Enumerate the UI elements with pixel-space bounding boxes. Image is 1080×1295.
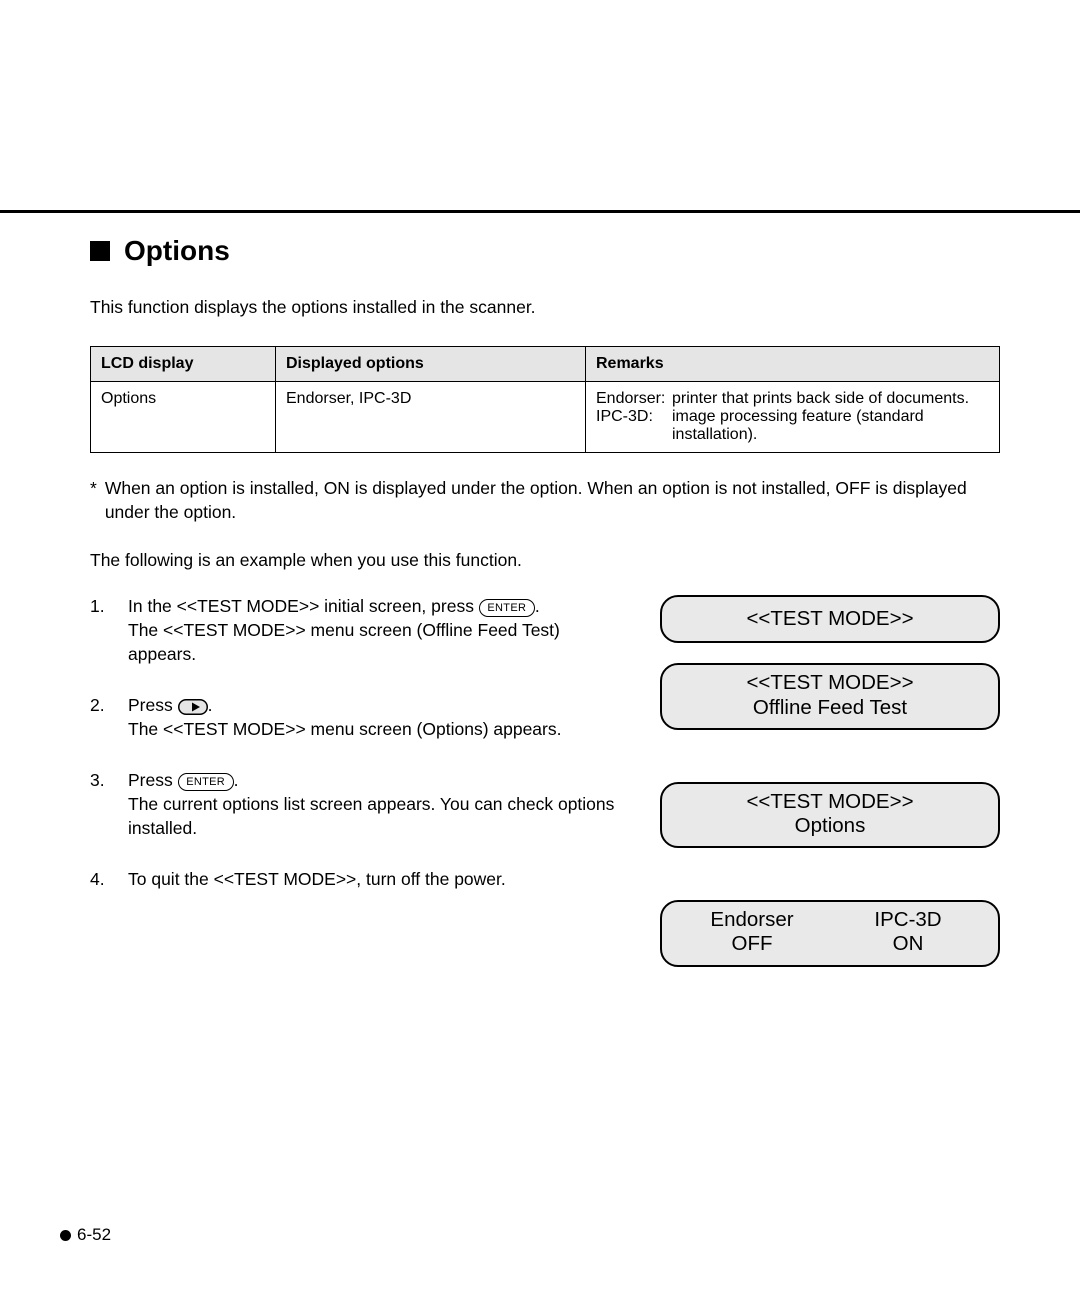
step-3: Press ENTER. The current options list sc… bbox=[90, 769, 630, 840]
page: Options This function displays the optio… bbox=[0, 0, 1080, 1295]
step1-text-a: In the <<TEST MODE>> initial screen, pre… bbox=[128, 596, 479, 616]
right-arrow-key-icon bbox=[178, 699, 208, 715]
enter-key-icon: ENTER bbox=[178, 773, 234, 791]
footnote: * When an option is installed, ON is dis… bbox=[90, 477, 1000, 524]
footnote-text: When an option is installed, ON is displ… bbox=[105, 477, 1000, 524]
lcd-panel-1: <<TEST MODE>> bbox=[660, 595, 1000, 643]
square-bullet-icon bbox=[90, 241, 110, 261]
step2-text-a: Press bbox=[128, 695, 178, 715]
example-columns: In the <<TEST MODE>> initial screen, pre… bbox=[90, 595, 1000, 986]
page-footer: 6-52 bbox=[60, 1225, 111, 1245]
lcd-panel-2: <<TEST MODE>> Offline Feed Test bbox=[660, 663, 1000, 729]
page-number: 6-52 bbox=[77, 1225, 111, 1245]
steps-column: In the <<TEST MODE>> initial screen, pre… bbox=[90, 595, 630, 986]
step3-text-a: Press bbox=[128, 770, 178, 790]
remarks-ipc-text: image processing feature (standard insta… bbox=[672, 408, 989, 444]
td-displayed: Endorser, IPC-3D bbox=[276, 382, 586, 453]
step-4: To quit the <<TEST MODE>>, turn off the … bbox=[90, 868, 630, 892]
remarks-endorser-text: printer that prints back side of documen… bbox=[672, 390, 989, 408]
top-rule bbox=[0, 210, 1080, 213]
remarks-ipc-label: IPC-3D: bbox=[596, 408, 672, 444]
lcd2-line1: <<TEST MODE>> bbox=[674, 671, 986, 695]
step2-text-c: The <<TEST MODE>> menu screen (Options) … bbox=[128, 718, 561, 742]
th-remarks: Remarks bbox=[586, 347, 1000, 382]
step1-text-b: . bbox=[535, 596, 540, 616]
step3-text-b: . bbox=[234, 770, 239, 790]
remarks-endorser-label: Endorser: bbox=[596, 390, 672, 408]
content: Options This function displays the optio… bbox=[90, 235, 1000, 987]
th-lcd: LCD display bbox=[91, 347, 276, 382]
lcd4-c1-label: Endorser bbox=[674, 908, 830, 932]
options-table: LCD display Displayed options Remarks Op… bbox=[90, 346, 1000, 453]
lcd-panel-4: Endorser IPC-3D OFF ON bbox=[660, 900, 1000, 966]
lcd4-c2-value: ON bbox=[830, 932, 986, 956]
footer-bullet-icon bbox=[60, 1230, 71, 1241]
lcd3-line2: Options bbox=[674, 814, 986, 838]
lcd3-line1: <<TEST MODE>> bbox=[674, 790, 986, 814]
asterisk-icon: * bbox=[90, 477, 97, 524]
lcd1-line: <<TEST MODE>> bbox=[674, 607, 986, 631]
step-1: In the <<TEST MODE>> initial screen, pre… bbox=[90, 595, 630, 666]
lcd4-c1-value: OFF bbox=[674, 932, 830, 956]
td-remarks: Endorser: printer that prints back side … bbox=[586, 382, 1000, 453]
td-lcd: Options bbox=[91, 382, 276, 453]
enter-key-icon: ENTER bbox=[479, 599, 535, 617]
step-2: Press . The <<TEST MODE>> menu screen (O… bbox=[90, 694, 630, 741]
step2-text-b: . bbox=[208, 695, 213, 715]
section-heading: Options bbox=[90, 235, 1000, 267]
heading-text: Options bbox=[124, 235, 230, 267]
lcd2-line2: Offline Feed Test bbox=[674, 696, 986, 720]
lcd4-c2-label: IPC-3D bbox=[830, 908, 986, 932]
table-row: Options Endorser, IPC-3D Endorser: print… bbox=[91, 382, 1000, 453]
example-intro: The following is an example when you use… bbox=[90, 550, 1000, 571]
intro-text: This function displays the options insta… bbox=[90, 297, 1000, 318]
step4-text: To quit the <<TEST MODE>>, turn off the … bbox=[128, 869, 506, 889]
step3-text-c: The current options list screen appears.… bbox=[128, 793, 630, 840]
th-displayed: Displayed options bbox=[276, 347, 586, 382]
steps-list: In the <<TEST MODE>> initial screen, pre… bbox=[90, 595, 630, 892]
lcd-panel-3: <<TEST MODE>> Options bbox=[660, 782, 1000, 848]
step1-text-c: The <<TEST MODE>> menu screen (Offline F… bbox=[128, 619, 630, 666]
lcd-column: <<TEST MODE>> <<TEST MODE>> Offline Feed… bbox=[660, 595, 1000, 986]
